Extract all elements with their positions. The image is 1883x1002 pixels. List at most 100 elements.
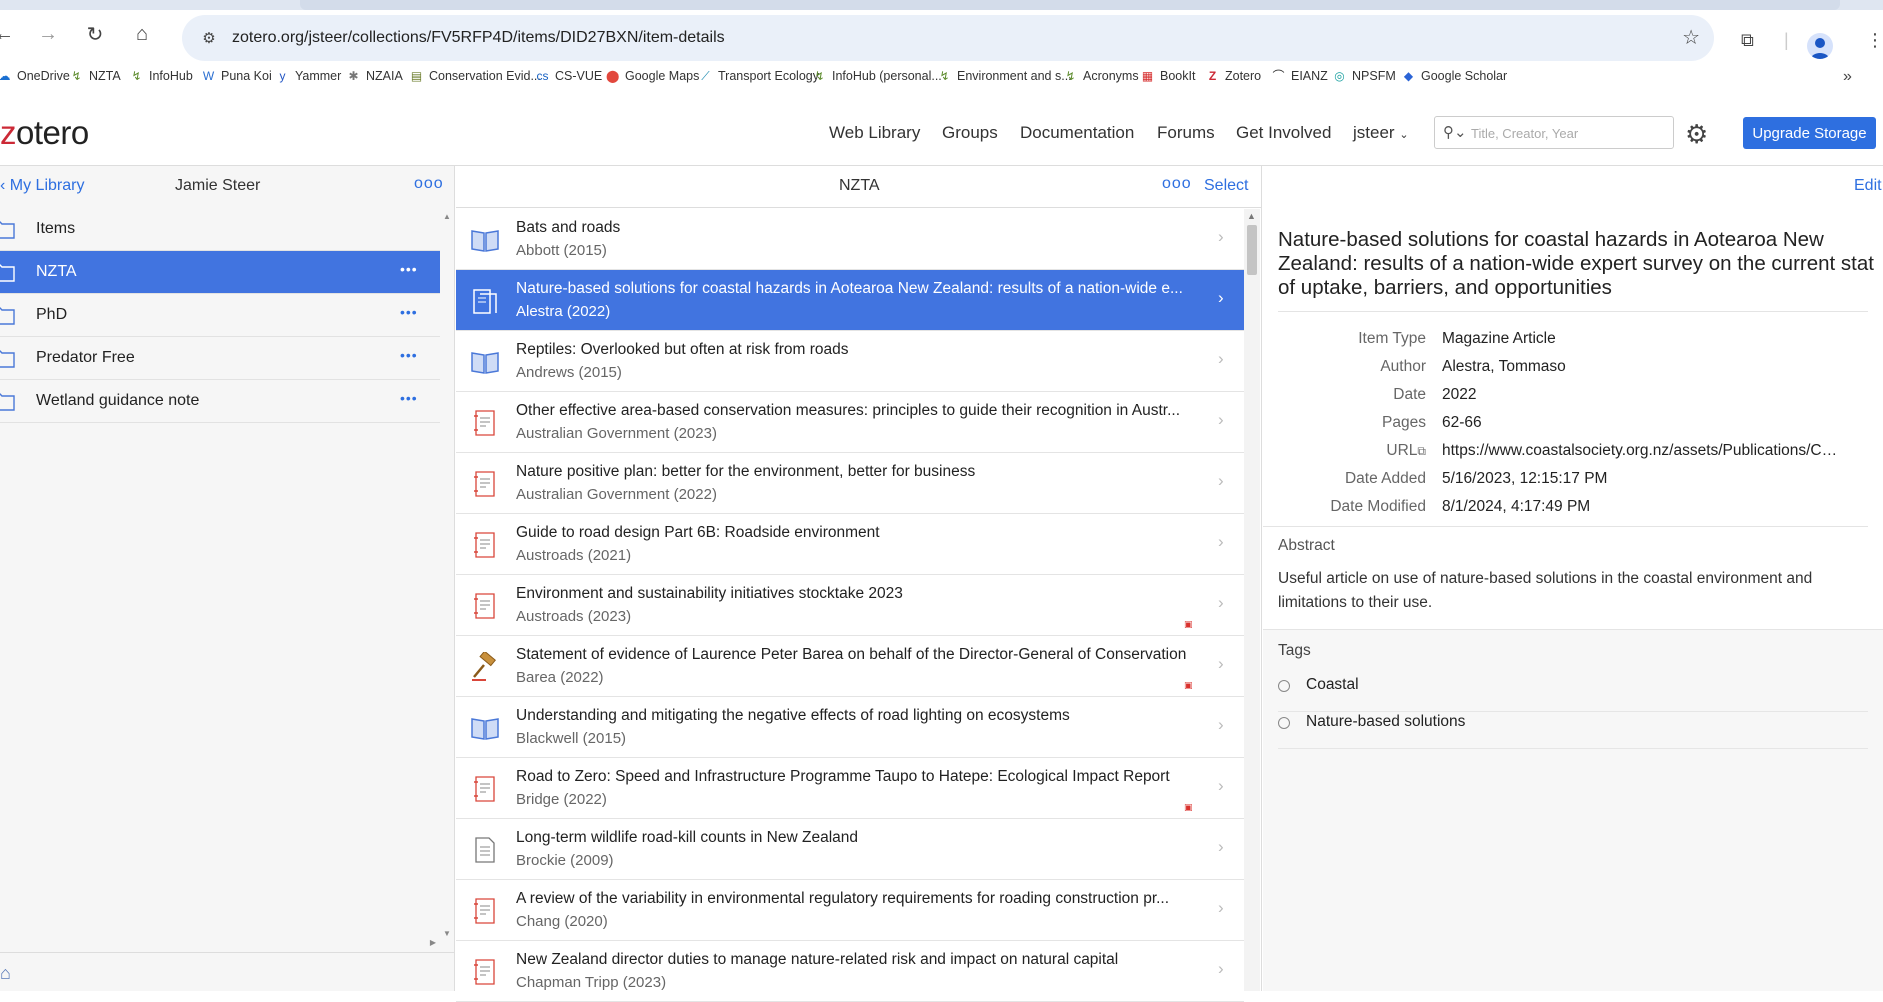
- pdf-attachment-icon[interactable]: ▣: [1184, 619, 1193, 630]
- chevron-right-icon: ›: [1218, 410, 1224, 429]
- collections-scrollbar[interactable]: ▲ ▼: [440, 212, 454, 938]
- home-icon[interactable]: ⌂: [130, 22, 154, 46]
- collection-options-icon[interactable]: •••: [400, 304, 418, 320]
- collection-row[interactable]: PhD •••: [0, 294, 440, 337]
- nav-web-library[interactable]: Web Library: [829, 123, 920, 143]
- item-row[interactable]: Nature positive plan: better for the env…: [456, 453, 1244, 514]
- chevron-down-icon: ⌄: [1399, 129, 1409, 141]
- item-row[interactable]: Other effective area-based conservation …: [456, 392, 1244, 453]
- bookmark-7[interactable]: ▤ Conservation Evid...: [410, 69, 541, 83]
- bookmark-17[interactable]: ◎ NPSFM: [1333, 69, 1396, 83]
- external-link-icon[interactable]: ⧉: [1417, 444, 1426, 458]
- tag-row[interactable]: Nature-based solutions: [1278, 705, 1868, 749]
- collection-label: NZTA: [36, 263, 77, 280]
- back-icon[interactable]: ←: [0, 22, 16, 46]
- bookmark-13[interactable]: ↯ Acronyms: [1064, 69, 1138, 83]
- zotero-logo[interactable]: zotero: [0, 114, 89, 152]
- collection-options-icon[interactable]: •••: [400, 261, 418, 277]
- item-row[interactable]: Nature-based solutions for coastal hazar…: [456, 270, 1244, 331]
- scrollbar-thumb[interactable]: [1247, 225, 1257, 275]
- item-row[interactable]: Bats and roads Abbott (2015) ›: [456, 209, 1244, 270]
- tag-color-circle-icon: [1278, 680, 1290, 692]
- collection-options-icon[interactable]: •••: [400, 390, 418, 406]
- items-more-icon[interactable]: ooo: [1162, 175, 1192, 193]
- site-settings-icon[interactable]: ⚙: [198, 27, 220, 49]
- bookmark-10[interactable]: ⟋ Transport Ecology: [699, 69, 819, 83]
- settings-gear-icon[interactable]: ⚙: [1685, 119, 1708, 150]
- bookmark-15[interactable]: Z Zotero: [1206, 69, 1261, 83]
- pdf-attachment-icon[interactable]: ▣: [1184, 802, 1193, 813]
- item-row[interactable]: A review of the variability in environme…: [456, 880, 1244, 941]
- item-title: Other effective area-based conservation …: [516, 402, 1180, 419]
- field-value[interactable]: 62-66: [1442, 414, 1842, 432]
- zotero-icon: Z: [1208, 68, 1217, 83]
- search-box[interactable]: ⚲⌄: [1434, 116, 1674, 149]
- item-row[interactable]: Road to Zero: Speed and Infrastructure P…: [456, 758, 1244, 819]
- bookmark-1[interactable]: ☁ OneDrive: [0, 69, 70, 83]
- collection-row[interactable]: Predator Free •••: [0, 337, 440, 380]
- bookmark-2[interactable]: ↯ NZTA: [70, 69, 120, 83]
- field-key: Date Modified: [1330, 498, 1426, 515]
- field-value[interactable]: Magazine Article: [1442, 330, 1842, 348]
- upgrade-storage-button[interactable]: Upgrade Storage: [1743, 117, 1876, 149]
- map-pin-icon: ⬤: [606, 68, 620, 83]
- bookmark-5[interactable]: y Yammer: [276, 69, 342, 83]
- abstract-text[interactable]: Useful article on use of nature-based so…: [1278, 567, 1868, 615]
- bookmark-11[interactable]: ↯ InfoHub (personal...: [813, 69, 941, 83]
- search-input[interactable]: [1471, 122, 1666, 144]
- collection-options-icon[interactable]: •••: [400, 347, 418, 363]
- search-icon[interactable]: ⚲⌄: [1443, 123, 1467, 141]
- extensions-icon[interactable]: ⧉: [1741, 30, 1754, 51]
- bookmark-12[interactable]: ↯ Environment and s...: [938, 69, 1071, 83]
- reload-icon[interactable]: ↻: [83, 22, 107, 46]
- pdf-attachment-icon[interactable]: ▣: [1184, 680, 1193, 691]
- field-value[interactable]: Alestra, Tommaso: [1442, 358, 1842, 376]
- bookmark-18[interactable]: ◆ Google Scholar: [1402, 69, 1507, 83]
- active-tab[interactable]: [300, 0, 1840, 10]
- field-value[interactable]: 5/16/2023, 12:15:17 PM: [1442, 470, 1842, 488]
- tag-icon[interactable]: ⌂: [0, 963, 11, 984]
- address-bar[interactable]: ⚙ zotero.org/jsteer/collections/FV5RFP4D…: [182, 15, 1714, 61]
- nav-get-involved[interactable]: Get Involved: [1236, 123, 1331, 143]
- bookmark-8[interactable]: cs CS-VUE: [536, 68, 603, 83]
- item-creator: Barea (2022): [516, 669, 604, 686]
- item-row[interactable]: Long-term wildlife road-kill counts in N…: [456, 819, 1244, 880]
- item-row[interactable]: New Zealand director duties to manage na…: [456, 941, 1244, 1002]
- browser-menu-icon[interactable]: ⋮: [1866, 30, 1883, 51]
- csvue-icon: cs: [536, 68, 549, 83]
- item-row[interactable]: Reptiles: Overlooked but often at risk f…: [456, 331, 1244, 392]
- item-row[interactable]: Understanding and mitigating the negativ…: [456, 697, 1244, 758]
- collections-more-icon[interactable]: ooo: [414, 175, 444, 193]
- collections-hscrollbar[interactable]: ▶: [0, 938, 440, 952]
- item-row[interactable]: Statement of evidence of Laurence Peter …: [456, 636, 1244, 697]
- url-text[interactable]: zotero.org/jsteer/collections/FV5RFP4D/i…: [232, 29, 725, 47]
- bookmark-4[interactable]: W Puna Koi: [202, 69, 272, 83]
- bookmarks-more-icon[interactable]: »: [1843, 68, 1852, 86]
- edit-button[interactable]: Edit: [1854, 177, 1882, 195]
- bookmark-6[interactable]: ✱ NZAIA: [347, 69, 402, 83]
- item-row[interactable]: Environment and sustainability initiativ…: [456, 575, 1244, 636]
- item-title: Reptiles: Overlooked but often at risk f…: [516, 341, 849, 358]
- bookmark-16[interactable]: ⌒ EIANZ: [1272, 69, 1327, 83]
- nav-forums[interactable]: Forums: [1157, 123, 1215, 143]
- forward-icon[interactable]: →: [36, 22, 60, 46]
- collection-row[interactable]: Items: [0, 208, 440, 251]
- field-value[interactable]: https://www.coastalsociety.org.nz/assets…: [1442, 442, 1842, 460]
- items-scrollbar[interactable]: ▲: [1244, 209, 1260, 991]
- item-row[interactable]: Guide to road design Part 6B: Roadside e…: [456, 514, 1244, 575]
- bookmark-9[interactable]: ⬤ Google Maps: [606, 69, 699, 83]
- field-value[interactable]: 2022: [1442, 386, 1842, 404]
- profile-avatar[interactable]: [1807, 33, 1833, 59]
- bookmark-3[interactable]: ↯ InfoHub: [130, 69, 192, 83]
- bookmark-14[interactable]: ▦ BookIt: [1141, 69, 1196, 83]
- my-library-back-link[interactable]: ‹ My Library: [0, 177, 84, 195]
- nav-groups[interactable]: Groups: [942, 123, 998, 143]
- collection-row[interactable]: Wetland guidance note •••: [0, 380, 440, 423]
- user-menu[interactable]: jsteer ⌄: [1353, 123, 1409, 143]
- collection-row[interactable]: NZTA •••: [0, 251, 440, 294]
- tag-color-circle-icon: [1278, 717, 1290, 729]
- bookmark-star-icon[interactable]: ☆: [1682, 25, 1700, 50]
- select-button[interactable]: Select: [1204, 177, 1248, 195]
- nav-documentation[interactable]: Documentation: [1020, 123, 1134, 143]
- field-value[interactable]: 8/1/2024, 4:17:49 PM: [1442, 498, 1842, 516]
